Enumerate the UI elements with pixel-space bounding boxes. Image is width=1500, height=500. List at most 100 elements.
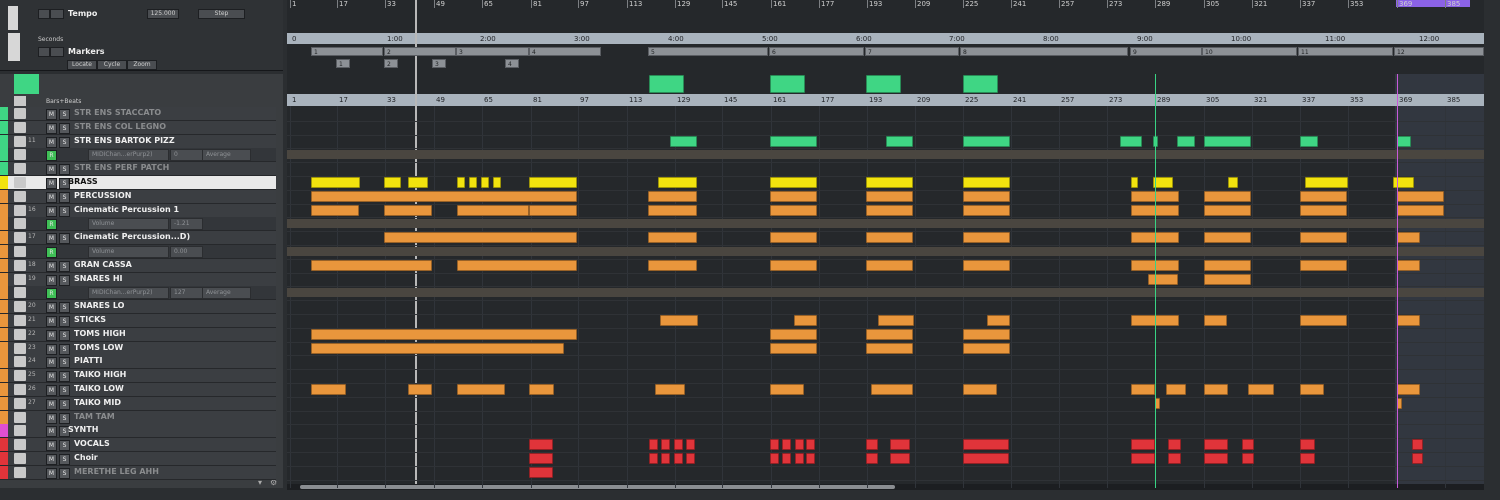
midi-event-clip[interactable]: [770, 259, 817, 271]
midi-event-clip[interactable]: [1153, 177, 1173, 188]
mute-button[interactable]: M: [46, 205, 57, 217]
marker[interactable]: 7: [865, 47, 959, 56]
midi-event-clip[interactable]: [661, 453, 670, 464]
midi-event-clip[interactable]: [670, 135, 697, 147]
mute-button[interactable]: M: [46, 109, 57, 120]
green-region[interactable]: [649, 75, 684, 93]
marker[interactable]: 11: [1298, 47, 1393, 56]
track-row[interactable]: M S PERCUSSION: [0, 189, 276, 204]
project-cursor[interactable]: [415, 0, 417, 488]
midi-event-clip[interactable]: [649, 439, 658, 451]
tempo-mode-button[interactable]: Step: [198, 9, 245, 19]
midi-event-clip[interactable]: [1177, 135, 1195, 147]
automation-value[interactable]: 0: [170, 149, 203, 162]
midi-event-clip[interactable]: [655, 384, 685, 395]
midi-event-clip[interactable]: [963, 439, 1009, 451]
midi-event-clip[interactable]: [457, 204, 529, 216]
marker[interactable]: 10: [1202, 47, 1297, 56]
midi-event-clip[interactable]: [529, 466, 553, 478]
midi-event-clip[interactable]: [866, 439, 878, 451]
automation-value[interactable]: 0.00: [170, 246, 203, 258]
midi-event-clip[interactable]: [1300, 232, 1347, 244]
read-automation-button[interactable]: R: [46, 247, 57, 258]
midi-event-clip[interactable]: [1397, 135, 1411, 147]
midi-event-clip[interactable]: [648, 204, 697, 216]
track-row[interactable]: 22 M S TOMS HIGH: [0, 327, 276, 342]
midi-event-clip[interactable]: [384, 177, 401, 188]
midi-event-clip[interactable]: [1300, 453, 1315, 464]
midi-event-clip[interactable]: [529, 439, 553, 451]
midi-event-clip[interactable]: [1300, 439, 1315, 451]
midi-event-clip[interactable]: [1397, 190, 1444, 202]
midi-event-clip[interactable]: [1120, 135, 1142, 147]
green-region[interactable]: [770, 75, 805, 93]
midi-event-clip[interactable]: [1300, 190, 1347, 202]
midi-event-clip[interactable]: [384, 204, 432, 216]
scrollbar-thumb[interactable]: [300, 485, 895, 489]
mute-button[interactable]: M: [46, 233, 57, 245]
midi-event-clip[interactable]: [1204, 439, 1228, 451]
mute-button[interactable]: M: [46, 467, 57, 479]
midi-event-clip[interactable]: [481, 177, 489, 188]
sub-marker[interactable]: 4: [505, 59, 519, 68]
mute-button[interactable]: M: [46, 122, 57, 134]
mute-button[interactable]: M: [46, 191, 57, 203]
midi-event-clip[interactable]: [866, 328, 913, 340]
mute-button[interactable]: M: [46, 357, 57, 369]
track-row[interactable]: M S SYNTH: [0, 424, 276, 439]
automation-mode[interactable]: Average: [202, 287, 251, 300]
midi-event-clip[interactable]: [311, 342, 564, 354]
track-row[interactable]: M S BRASS: [0, 176, 276, 190]
mute-button[interactable]: M: [46, 343, 57, 355]
midi-event-clip[interactable]: [1397, 232, 1420, 244]
solo-button[interactable]: S: [59, 343, 70, 355]
mute-button[interactable]: M: [46, 371, 57, 383]
track-row[interactable]: 16 M S Cinematic Percussion 1: [0, 203, 276, 218]
midi-event-clip[interactable]: [408, 177, 428, 188]
solo-button[interactable]: S: [59, 357, 70, 369]
solo-button[interactable]: S: [59, 109, 70, 120]
midi-event-clip[interactable]: [1168, 439, 1181, 451]
solo-button[interactable]: S: [59, 205, 70, 217]
track-row[interactable]: 19 M S SNARES HI: [0, 272, 276, 287]
track-row[interactable]: R Volume -1.21: [0, 217, 276, 232]
sub-marker[interactable]: 3: [432, 59, 446, 68]
midi-event-clip[interactable]: [529, 453, 553, 464]
marker[interactable]: 6: [769, 47, 864, 56]
marker[interactable]: 5: [648, 47, 768, 56]
midi-event-clip[interactable]: [963, 232, 1010, 244]
midi-event-clip[interactable]: [782, 439, 791, 451]
midi-event-clip[interactable]: [1412, 453, 1423, 464]
midi-event-clip[interactable]: [1204, 204, 1251, 216]
automation-parameter[interactable]: MIDIChan...erPurp2): [88, 287, 169, 300]
midi-event-clip[interactable]: [493, 177, 501, 188]
midi-event-clip[interactable]: [866, 232, 913, 244]
solo-button[interactable]: S: [59, 385, 70, 396]
midi-event-clip[interactable]: [660, 315, 698, 326]
marker[interactable]: 8: [960, 47, 1128, 56]
markers-mute-button[interactable]: [38, 47, 50, 57]
solo-button[interactable]: S: [59, 191, 70, 203]
track-row[interactable]: 23 M S TOMS LOW: [0, 341, 276, 356]
midi-event-clip[interactable]: [963, 342, 1010, 354]
locate-button[interactable]: Locate: [67, 60, 97, 70]
midi-event-clip[interactable]: [1228, 177, 1238, 188]
marker[interactable]: 9: [1130, 47, 1202, 56]
midi-event-clip[interactable]: [963, 204, 1010, 216]
solo-button[interactable]: S: [59, 316, 70, 327]
midi-event-clip[interactable]: [1204, 190, 1251, 202]
automation-value[interactable]: -1.21: [170, 218, 203, 231]
midi-event-clip[interactable]: [1166, 384, 1186, 395]
solo-button[interactable]: S: [59, 233, 70, 245]
solo-button[interactable]: S: [59, 122, 70, 134]
midi-event-clip[interactable]: [658, 177, 697, 188]
automation-parameter[interactable]: MIDIChan...erPurp2): [88, 149, 169, 162]
solo-button[interactable]: S: [59, 371, 70, 383]
automation-mode[interactable]: Average: [202, 149, 251, 162]
midi-event-clip[interactable]: [770, 135, 817, 147]
midi-event-clip[interactable]: [770, 453, 779, 464]
read-automation-button[interactable]: R: [46, 288, 57, 300]
midi-event-clip[interactable]: [1300, 204, 1347, 216]
midi-event-clip[interactable]: [311, 384, 346, 395]
zoom-button[interactable]: Zoom: [127, 60, 157, 70]
